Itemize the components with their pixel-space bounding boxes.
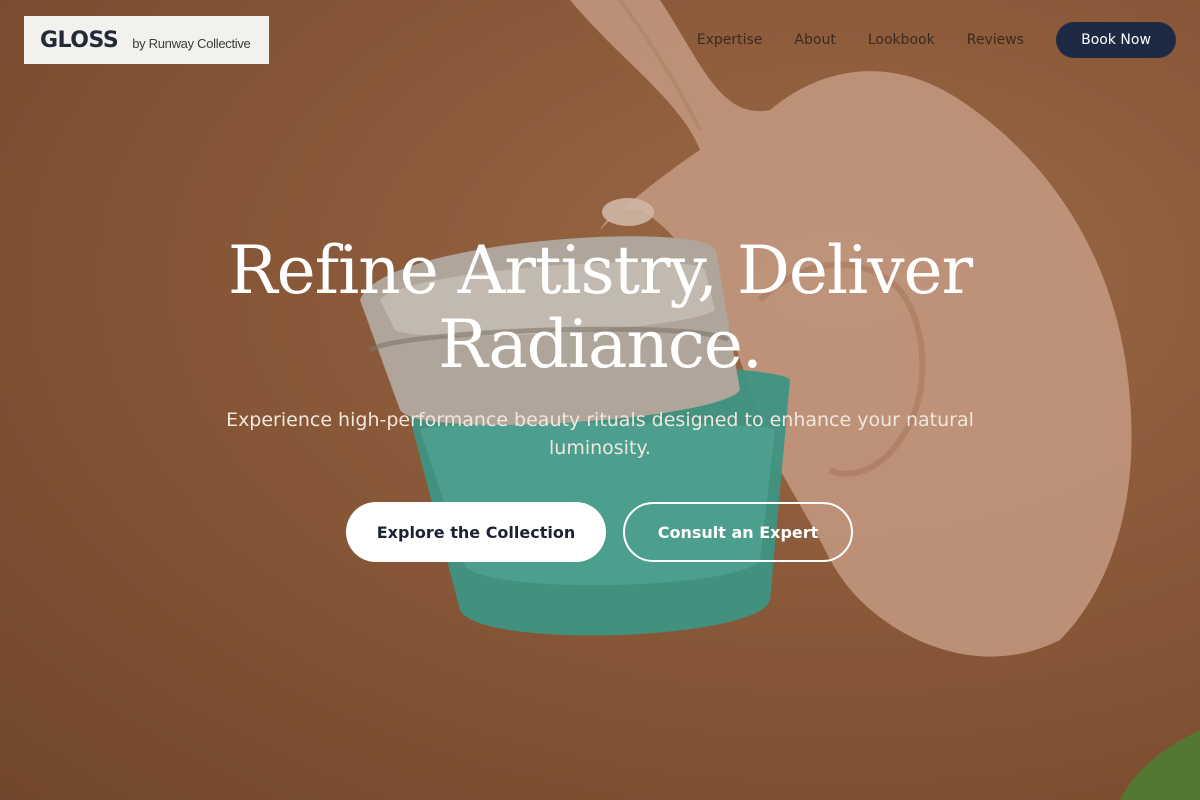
book-now-button[interactable]: Book Now [1056,22,1176,58]
brand-logo[interactable]: GLOSS by Runway Collective [24,16,269,64]
explore-collection-button[interactable]: Explore the Collection [346,502,606,562]
main-nav: Expertise About Lookbook Reviews Book No… [697,22,1176,58]
nav-link-reviews[interactable]: Reviews [967,32,1024,48]
hero-headline: Refine Artistry, Deliver Radiance. [0,234,1200,382]
brand-name: GLOSS [40,27,119,53]
consult-expert-button[interactable]: Consult an Expert [623,502,853,562]
hero-subtext: Experience high-performance beauty ritua… [226,409,974,459]
hero-section: GLOSS by Runway Collective Expertise Abo… [0,0,1200,800]
nav-link-lookbook[interactable]: Lookbook [868,32,935,48]
brand-subtitle: by Runway Collective [132,35,251,51]
nav-link-expertise[interactable]: Expertise [697,32,763,48]
headline-line-2: Radiance. [438,306,763,383]
nav-link-about[interactable]: About [794,32,835,48]
headline-line-1: Refine Artistry, Deliver [227,232,973,309]
image-overlay [0,0,1200,800]
